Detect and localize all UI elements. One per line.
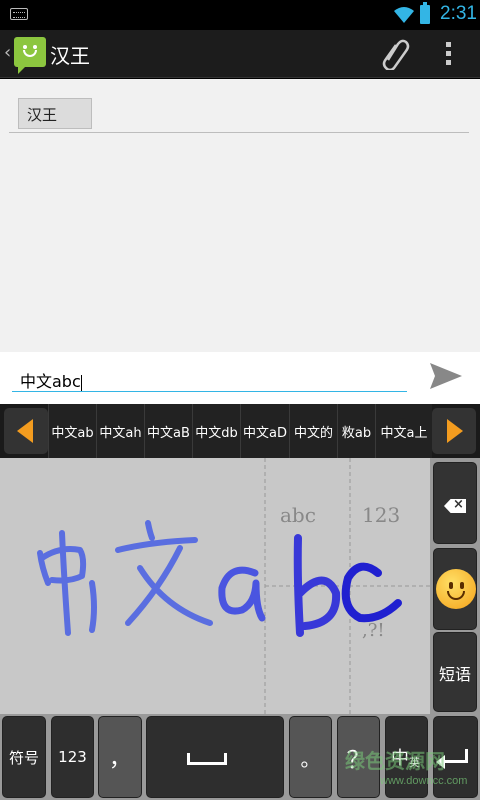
watermark-url: www.downcc.com bbox=[380, 775, 468, 787]
comma-key[interactable]: ， bbox=[98, 716, 142, 798]
action-bar: ‹ 汉王 bbox=[0, 30, 480, 78]
handwriting-pad[interactable]: abc 123 ,?! bbox=[0, 458, 430, 714]
back-chevron-icon[interactable]: ‹ bbox=[4, 42, 11, 63]
arrow-left-icon bbox=[17, 419, 33, 443]
space-icon bbox=[187, 753, 227, 765]
candidate-list: 中文ab 中文ah 中文aB 中文db 中文aD 中文的 敉ab 中文a上 bbox=[48, 404, 432, 458]
compose-area: 汉王 中文abc bbox=[0, 79, 480, 404]
candidate-item[interactable]: 中文a上 bbox=[375, 404, 432, 458]
phrase-button[interactable]: 短语 bbox=[433, 632, 477, 712]
recipient-chip[interactable]: 汉王 bbox=[18, 98, 92, 129]
emoji-button[interactable] bbox=[433, 548, 477, 630]
period-key[interactable]: 。 bbox=[289, 716, 332, 798]
keyboard-icon bbox=[10, 8, 28, 20]
candidate-prev-button[interactable] bbox=[4, 408, 48, 454]
conversation-title: 汉王 bbox=[50, 44, 90, 68]
arrow-right-icon bbox=[447, 419, 463, 443]
smiley-icon bbox=[436, 569, 476, 609]
candidate-item[interactable]: 中文的 bbox=[289, 404, 337, 458]
send-icon[interactable] bbox=[428, 360, 464, 392]
candidate-item[interactable]: 中文ah bbox=[96, 404, 144, 458]
candidate-bar: 中文ab 中文ah 中文aB 中文db 中文aD 中文的 敉ab 中文a上 bbox=[0, 404, 480, 458]
wifi-icon bbox=[394, 7, 414, 23]
status-bar: 2:31 bbox=[0, 0, 480, 30]
candidate-item[interactable]: 中文aB bbox=[144, 404, 192, 458]
candidate-item[interactable]: 中文aD bbox=[240, 404, 289, 458]
recipient-divider bbox=[9, 132, 469, 133]
clock: 2:31 bbox=[440, 3, 477, 24]
attach-icon[interactable] bbox=[380, 38, 410, 70]
backspace-button[interactable] bbox=[433, 462, 477, 544]
message-input[interactable]: 中文abc bbox=[12, 358, 407, 392]
symbols-key[interactable]: 符号 bbox=[2, 716, 46, 798]
numbers-key[interactable]: 123 bbox=[51, 716, 94, 798]
watermark-text: 绿色资源网 bbox=[345, 749, 445, 773]
message-bar: 中文abc bbox=[0, 352, 480, 404]
enter-icon bbox=[436, 749, 468, 769]
candidate-item[interactable]: 中文ab bbox=[48, 404, 96, 458]
message-text: 中文abc bbox=[20, 372, 81, 391]
battery-icon bbox=[420, 2, 430, 24]
candidate-next-button[interactable] bbox=[432, 408, 476, 454]
messaging-app-icon[interactable] bbox=[14, 37, 46, 74]
handwriting-ink bbox=[37, 520, 402, 637]
space-key[interactable] bbox=[146, 716, 284, 798]
right-key-column: 短语 bbox=[430, 458, 480, 714]
overflow-menu-icon[interactable] bbox=[446, 42, 452, 66]
candidate-item[interactable]: 敉ab bbox=[337, 404, 375, 458]
backspace-icon bbox=[444, 499, 466, 513]
text-cursor bbox=[80, 374, 82, 391]
candidate-item[interactable]: 中文db bbox=[192, 404, 240, 458]
